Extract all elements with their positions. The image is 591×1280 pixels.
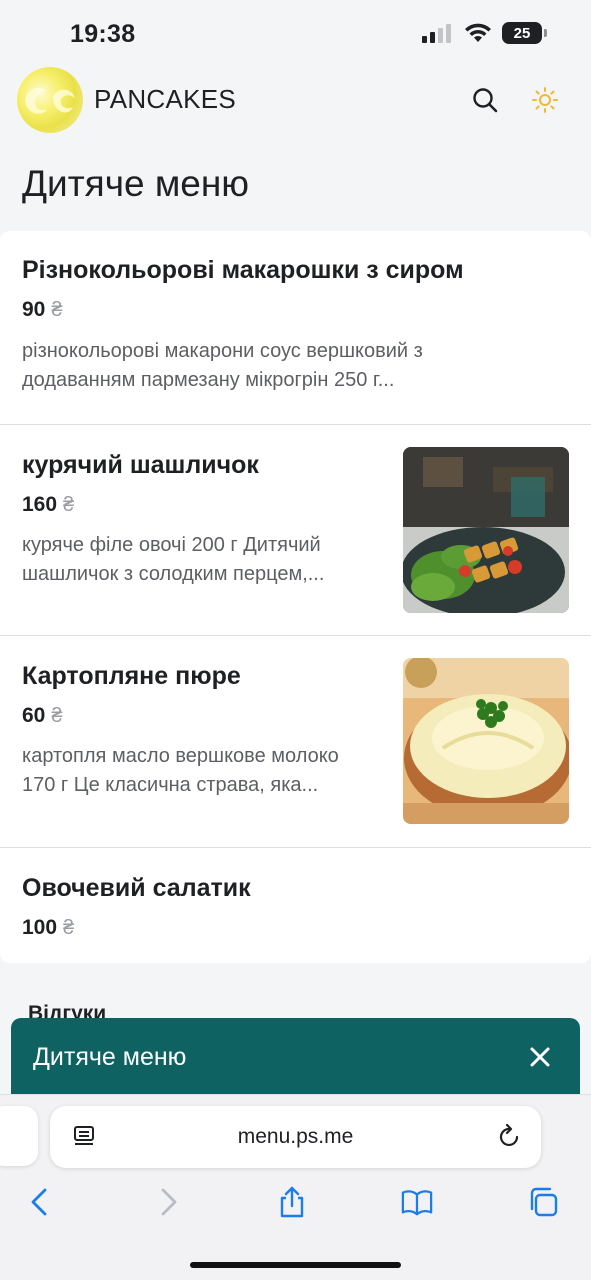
menu-item[interactable]: Різнокольорові макарошки з сиром 90 ₴ різ… [0, 231, 591, 425]
price-value: 100 [22, 916, 58, 939]
item-price: 160 ₴ [22, 493, 74, 517]
item-name: Різнокольорові макарошки з сиром [22, 256, 464, 284]
tabs-icon[interactable] [527, 1186, 559, 1218]
previous-tab-preview[interactable] [0, 1106, 38, 1166]
battery-level: 25 [513, 24, 531, 42]
description-line: куряче філе овочі 200 г Дитячий [22, 534, 321, 556]
item-name: Овочевий салатик [22, 874, 251, 902]
search-icon[interactable] [471, 86, 499, 114]
url-text: menu.ps.me [237, 1125, 354, 1148]
restaurant-logo[interactable] [17, 67, 83, 133]
item-description: картопля масло вершкове молоко 170 г Це … [22, 742, 339, 800]
back-icon[interactable] [24, 1186, 56, 1218]
logo-mark [25, 87, 75, 114]
currency-symbol: ₴ [51, 705, 63, 727]
dish-photo-mashed-potatoes[interactable] [403, 658, 569, 824]
status-time: 19:38 [70, 20, 136, 48]
price-value: 60 [22, 704, 46, 727]
currency-symbol: ₴ [63, 494, 75, 516]
cellular-signal-icon [422, 24, 451, 43]
price-value: 160 [22, 493, 58, 516]
forward-icon[interactable] [152, 1186, 184, 1218]
wifi-icon [465, 23, 491, 42]
menu-item[interactable]: Картопляне пюре 60 ₴ картопля масло вершк… [0, 636, 591, 848]
mashed-potatoes-image [403, 658, 569, 824]
item-name: курячий шашличок [22, 451, 259, 479]
currency-symbol: ₴ [51, 299, 63, 321]
menu-item[interactable]: Овочевий салатик 100 ₴ [0, 848, 591, 963]
bookmarks-icon[interactable] [401, 1186, 433, 1218]
price-value: 90 [22, 298, 46, 321]
brand-name: PANCAKES [94, 84, 237, 114]
share-icon[interactable] [276, 1186, 308, 1218]
description-line: шашличок з солодким перцем,... [22, 563, 325, 585]
reload-icon[interactable] [498, 1124, 522, 1150]
item-price: 100 ₴ [22, 916, 74, 940]
menu-item[interactable]: курячий шашличок 160 ₴ куряче філе овочі … [0, 425, 591, 636]
description-line: додаванням пармезану мікрогрін 250 г... [22, 369, 395, 391]
item-name: Картопляне пюре [22, 662, 241, 690]
skewers-image [403, 447, 569, 613]
close-icon[interactable] [525, 1042, 555, 1072]
address-bar[interactable]: menu.ps.me [50, 1106, 541, 1168]
item-description: куряче філе овочі 200 г Дитячий шашличок… [22, 531, 324, 589]
item-description: різнокольорові макарони соус вершковий з… [22, 337, 423, 395]
description-line: різнокольорові макарони соус вершковий з [22, 340, 423, 362]
battery-cap [544, 29, 547, 37]
sheet-title: Дитяче меню [33, 1043, 187, 1071]
currency-symbol: ₴ [63, 917, 75, 939]
dish-photo-skewers[interactable] [403, 447, 569, 613]
page-title: Дитяче меню [22, 163, 250, 204]
sun-icon[interactable] [531, 86, 559, 114]
status-icons: 25 [422, 22, 547, 44]
item-price: 60 ₴ [22, 704, 62, 728]
description-line: 170 г Це класична страва, яка... [22, 774, 319, 796]
battery-indicator: 25 [502, 22, 542, 44]
home-indicator [190, 1262, 401, 1268]
description-line: картопля масло вершкове молоко [22, 745, 339, 767]
menu-list: Різнокольорові макарошки з сиром 90 ₴ різ… [0, 231, 591, 963]
item-price: 90 ₴ [22, 298, 62, 322]
